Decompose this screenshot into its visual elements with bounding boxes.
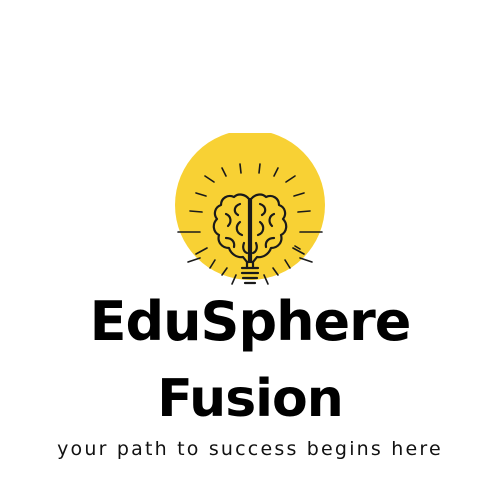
- tagline: your path to success begins here: [57, 438, 443, 460]
- logo-canvas: EduSphere Fusion your path to success be…: [0, 0, 500, 500]
- lightbulb-brain-icon: [175, 133, 325, 285]
- brand-name-line-2: Fusion: [157, 369, 343, 429]
- brand-name-line-1: EduSphere: [89, 290, 412, 353]
